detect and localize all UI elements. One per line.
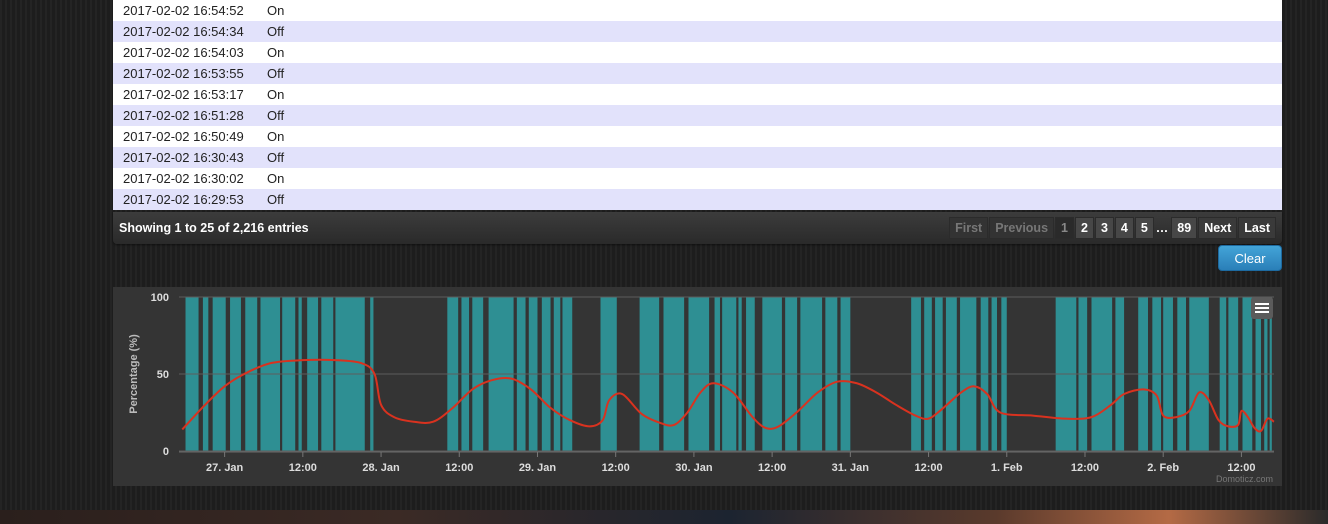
row-date: 2017-02-02 16:54:03 (123, 45, 244, 60)
row-state: On (267, 3, 285, 18)
x-tick-label: 28. Jan (362, 462, 400, 474)
pagination: First Previous 1 2 3 4 5 … 89 Next Last (948, 217, 1276, 239)
event-log-table: 2017-02-02 16:54:52 On 2017-02-02 16:54:34… (113, 0, 1282, 210)
switch-history-chart: 0 50 100 27. Jan 12:00 28. Jan 12:00 29. Jan 12:… (113, 287, 1282, 486)
table-row: 2017-02-02 16:53:55 Off (113, 63, 1282, 84)
x-tick-label: 12:00 (1227, 462, 1255, 474)
page-1-button[interactable]: 1 (1055, 217, 1074, 239)
row-date: 2017-02-02 16:50:49 (123, 129, 244, 144)
table-row: 2017-02-02 16:54:34 Off (113, 21, 1282, 42)
next-page-button[interactable]: Next (1198, 217, 1238, 239)
row-date: 2017-02-02 16:30:43 (123, 150, 244, 165)
first-page-button[interactable]: First (949, 217, 989, 239)
x-tick-label: 12:00 (289, 462, 317, 474)
chart-svg: 0 50 100 27. Jan 12:00 28. Jan 12:00 29. Jan 12:… (128, 292, 1275, 474)
x-tick-label: 12:00 (1071, 462, 1099, 474)
table-row: 2017-02-02 16:50:49 On (113, 126, 1282, 147)
y-axis-label: Percentage (%) (128, 334, 140, 414)
page-89-button[interactable]: 89 (1171, 217, 1198, 239)
row-date: 2017-02-02 16:54:52 (123, 3, 244, 18)
x-tick-label: 29. Jan (519, 462, 557, 474)
table-row: 2017-02-02 16:54:52 On (113, 0, 1282, 21)
row-state: Off (267, 24, 285, 39)
x-tick-label: 12:00 (914, 462, 942, 474)
row-date: 2017-02-02 16:51:28 (123, 108, 244, 123)
row-state: On (267, 87, 285, 102)
x-tick-label: 12:00 (445, 462, 473, 474)
row-date: 2017-02-02 16:54:34 (123, 24, 244, 39)
table-row: 2017-02-02 16:51:28 Off (113, 105, 1282, 126)
row-date: 2017-02-02 16:53:55 (123, 66, 244, 81)
y-tick-label: 50 (157, 369, 169, 381)
x-tick-label: 12:00 (602, 462, 630, 474)
row-state: Off (267, 192, 285, 207)
page-2-button[interactable]: 2 (1074, 217, 1094, 239)
table-footer: Showing 1 to 25 of 2,216 entries First P… (113, 212, 1282, 244)
x-tick-label: 2. Feb (1147, 462, 1179, 474)
table-row: 2017-02-02 16:30:43 Off (113, 147, 1282, 168)
x-tick-label: 31. Jan (832, 462, 870, 474)
row-state: Off (267, 66, 285, 81)
table-row: 2017-02-02 16:54:03 On (113, 42, 1282, 63)
chart-credit[interactable]: Domoticz.com (1216, 474, 1273, 484)
hamburger-menu-icon[interactable] (1251, 297, 1273, 319)
page-5-button[interactable]: 5 (1134, 217, 1154, 239)
clear-button[interactable]: Clear (1218, 245, 1282, 271)
y-tick-label: 0 (163, 446, 169, 458)
row-state: On (267, 45, 285, 60)
pager-ellipsis: … (1155, 221, 1169, 235)
row-date: 2017-02-02 16:30:02 (123, 171, 244, 186)
page-3-button[interactable]: 3 (1094, 217, 1114, 239)
row-date: 2017-02-02 16:53:17 (123, 87, 244, 102)
table-row: 2017-02-02 16:30:02 On (113, 168, 1282, 189)
table-row: 2017-02-02 16:53:17 On (113, 84, 1282, 105)
row-state: On (267, 171, 285, 186)
row-state: On (267, 129, 285, 144)
page-4-button[interactable]: 4 (1114, 217, 1134, 239)
x-tick-label: 27. Jan (206, 462, 244, 474)
entries-info: Showing 1 to 25 of 2,216 entries (119, 221, 309, 235)
table-row: 2017-02-02 16:29:53 Off (113, 189, 1282, 210)
row-date: 2017-02-02 16:29:53 (123, 192, 244, 207)
x-tick-label: 12:00 (758, 462, 786, 474)
y-tick-label: 100 (151, 292, 169, 304)
x-tick-label: 30. Jan (675, 462, 713, 474)
row-state: Off (267, 108, 285, 123)
desktop-wallpaper (0, 510, 1328, 524)
last-page-button[interactable]: Last (1238, 217, 1276, 239)
x-tick-label: 1. Feb (991, 462, 1023, 474)
previous-page-button[interactable]: Previous (989, 217, 1055, 239)
row-state: Off (267, 150, 285, 165)
